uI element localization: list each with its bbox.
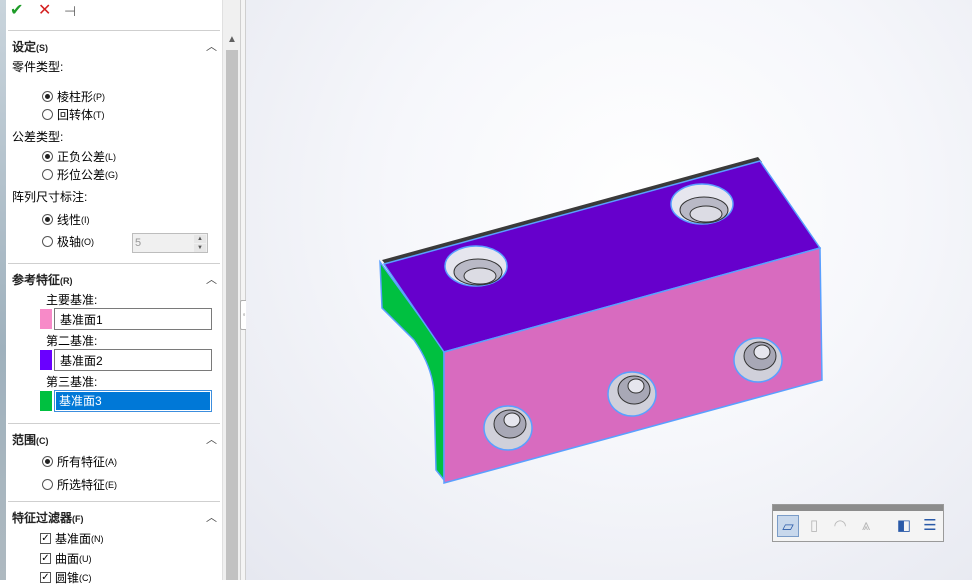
polar-count-spinner[interactable]: ▲ ▼	[132, 233, 208, 253]
section-divider	[8, 263, 220, 264]
front-hole[interactable]	[733, 337, 783, 383]
collapse-chevron-icon[interactable]: ︿	[206, 271, 217, 287]
radio-dot-icon	[42, 456, 53, 467]
pin-icon[interactable]: ⊣	[64, 2, 76, 20]
primary-color-swatch	[40, 309, 52, 329]
secondary-datum-label: 第二基准:	[46, 334, 98, 348]
checkmark-icon: ✓	[40, 572, 51, 583]
tolerance-type-label: 公差类型:	[12, 130, 64, 144]
scope-section-title[interactable]: 范围(C)	[12, 431, 49, 448]
radio-dot-icon	[42, 109, 53, 120]
torus-icon[interactable]: ◠	[829, 515, 851, 537]
ok-check-icon[interactable]: ✔	[10, 2, 23, 20]
tertiary-datum-label: 第三基准:	[46, 375, 98, 389]
collapse-chevron-icon[interactable]: ︿	[206, 509, 217, 525]
radio-dot-icon	[42, 479, 53, 490]
radio-linear[interactable]: 线性 (I)	[42, 211, 90, 228]
checkmark-icon: ✓	[40, 553, 51, 564]
top-hole[interactable]	[670, 183, 734, 225]
property-manager-panel: ✔ ✕ ⊣ 设定(S) ︿ 零件类型: 棱柱形 (P) 回转体 (T) 公差类型: …	[6, 0, 222, 585]
radio-all-features[interactable]: 所有特征 (A)	[42, 453, 117, 470]
radio-dot-icon	[42, 214, 53, 225]
part-type-label: 零件类型:	[12, 60, 64, 74]
align-planes-icon[interactable]: ☰	[919, 515, 941, 537]
spin-down-icon[interactable]: ▼	[194, 244, 206, 252]
radio-prismatic[interactable]: 棱柱形 (P)	[42, 88, 105, 105]
collapse-chevron-icon[interactable]: ︿	[206, 38, 217, 54]
settings-section-title[interactable]: 设定(S)	[12, 38, 48, 55]
checkmark-icon: ✓	[40, 533, 51, 544]
selection-filter-toolbar: ▱ ▯ ◠ ⩓ ◧ ☰	[772, 504, 944, 542]
checkbox-surface[interactable]: ✓ 曲面 (U)	[40, 550, 92, 567]
section-divider	[8, 423, 220, 424]
section-divider	[8, 30, 220, 31]
radio-dot-icon	[42, 236, 53, 247]
radio-revolved[interactable]: 回转体 (T)	[42, 106, 105, 123]
cones-icon[interactable]: ⩓	[855, 515, 877, 537]
primary-datum-label: 主要基准:	[46, 293, 98, 307]
secondary-datum-field[interactable]: 基准面2	[54, 349, 212, 371]
top-hole[interactable]	[444, 245, 508, 287]
graphics-viewport[interactable]: ▱ ▯ ◠ ⩓ ◧ ☰	[246, 0, 972, 580]
primary-datum-field[interactable]: 基准面1	[54, 308, 212, 330]
front-hole[interactable]	[607, 371, 657, 417]
radio-dot-icon	[42, 91, 53, 102]
mirror-planes-icon[interactable]: ◧	[893, 515, 915, 537]
section-divider	[8, 501, 220, 502]
reference-section-title[interactable]: 参考特征(R)	[12, 271, 73, 288]
panel-scrollbar[interactable]: ▲	[222, 0, 241, 580]
polar-count-input[interactable]	[135, 235, 191, 251]
scrollbar-thumb[interactable]	[226, 50, 238, 580]
pattern-dimension-label: 阵列尺寸标注:	[12, 190, 88, 204]
radio-dot-icon	[42, 151, 53, 162]
radio-plus-minus[interactable]: 正负公差 (L)	[42, 148, 116, 165]
part-model[interactable]	[246, 0, 972, 580]
cancel-x-icon[interactable]: ✕	[38, 2, 51, 20]
scroll-up-icon[interactable]: ▲	[227, 34, 237, 45]
radio-dot-icon	[42, 169, 53, 180]
toolbar-titlebar[interactable]	[773, 505, 943, 511]
tertiary-color-swatch	[40, 391, 52, 411]
checkbox-plane[interactable]: ✓ 基准面 (N)	[40, 530, 104, 547]
cylinder-icon[interactable]: ▯	[803, 515, 825, 537]
front-hole[interactable]	[483, 405, 533, 451]
spin-up-icon[interactable]: ▲	[194, 235, 206, 243]
secondary-color-swatch	[40, 350, 52, 370]
radio-selected-features[interactable]: 所选特征 (E)	[42, 476, 117, 493]
box-select-icon[interactable]: ▱	[777, 515, 799, 537]
filter-section-title[interactable]: 特征过滤器(F)	[12, 509, 84, 526]
collapse-chevron-icon[interactable]: ︿	[206, 431, 217, 447]
radio-polar[interactable]: 极轴 (O)	[42, 233, 94, 250]
panel-toolbar: ✔ ✕ ⊣	[6, 0, 222, 24]
radio-geometric[interactable]: 形位公差 (G)	[42, 166, 118, 183]
tertiary-datum-field[interactable]: 基准面3	[54, 390, 212, 412]
checkbox-cone[interactable]: ✓ 圆锥 (C)	[40, 569, 92, 586]
